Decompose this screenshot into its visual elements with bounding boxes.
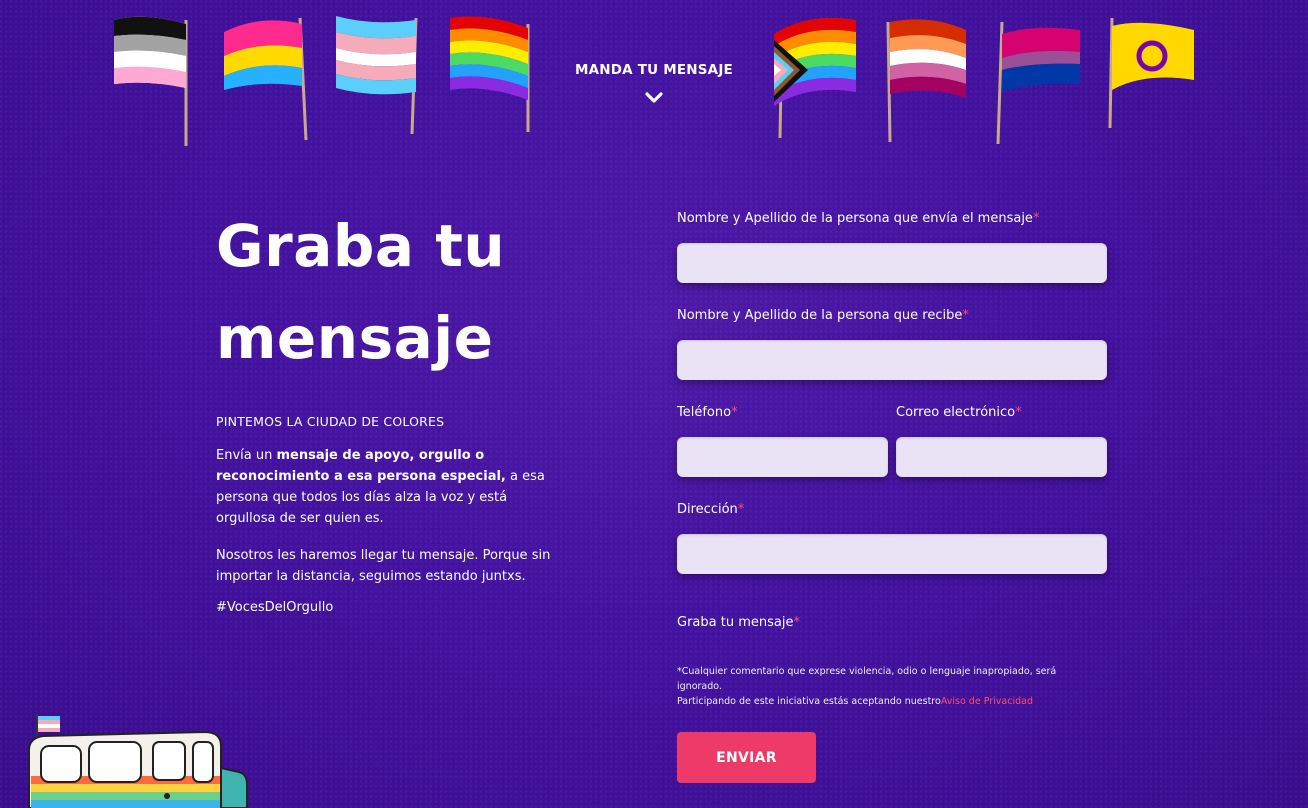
bisexual-flag-icon (996, 21, 1080, 145)
send-message-nav-link[interactable]: MANDA TU MENSAJE (554, 62, 754, 104)
email-input[interactable] (896, 437, 1107, 477)
intro-section: Graba tu mensaje PINTEMOS LA CIUDAD DE C… (216, 200, 556, 615)
header-flags-banner: MANDA TU MENSAJE (0, 0, 1308, 160)
chevron-down-icon (645, 92, 663, 103)
phone-field: Teléfono* (677, 404, 888, 477)
lesbian-flag-icon (886, 19, 966, 143)
asexual-flag-icon (114, 16, 188, 146)
intro-paragraph-2: Nosotros les haremos llegar tu mensaje. … (216, 548, 551, 584)
intro-p1-start: Envía un (216, 448, 277, 463)
hashtag: #VocesDelOrgullo (216, 600, 334, 615)
required-mark: * (1015, 405, 1022, 420)
disclaimer-line-1: *Cualquier comentario que exprese violen… (677, 666, 1057, 692)
pansexual-flag-icon (224, 17, 308, 141)
address-label: Dirección* (677, 502, 745, 517)
receiver-name-label: Nombre y Apellido de la persona que reci… (677, 308, 969, 323)
disclaimer-text: *Cualquier comentario que exprese violen… (677, 664, 1057, 709)
record-message-label: Graba tu mensaje* (677, 615, 800, 630)
page-title-line1: Graba tu (216, 212, 506, 280)
privacy-notice-link[interactable]: Aviso de Privacidad (941, 696, 1033, 707)
submit-button[interactable]: ENVIAR (677, 732, 816, 783)
phone-label: Teléfono* (677, 405, 738, 420)
required-mark: * (962, 308, 969, 323)
disclaimer-line-2: Participando de este iniciativa estás ac… (677, 696, 1033, 707)
sender-name-input[interactable] (677, 243, 1107, 283)
phone-input[interactable] (677, 437, 888, 477)
required-mark: * (737, 502, 745, 517)
progress-pride-flag-icon (774, 17, 856, 139)
required-mark: * (1032, 211, 1040, 226)
transgender-flag-icon (336, 16, 418, 135)
rainbow-flag-icon (450, 16, 530, 132)
address-input[interactable] (677, 534, 1107, 574)
page-title: Graba tu mensaje (216, 200, 556, 384)
send-message-nav-label: MANDA TU MENSAJE (575, 62, 733, 78)
email-label: Correo electrónico* (896, 405, 1022, 420)
email-field: Correo electrónico* (896, 404, 1107, 477)
required-mark: * (793, 615, 800, 630)
intersex-flag-icon (1108, 17, 1194, 129)
receiver-name-field: Nombre y Apellido de la persona que reci… (677, 307, 1107, 380)
sender-name-label: Nombre y Apellido de la persona que enví… (677, 211, 1040, 226)
receiver-name-input[interactable] (677, 340, 1107, 380)
pride-bus-illustration (28, 714, 248, 808)
page-title-line2: mensaje (216, 304, 494, 372)
sender-name-field: Nombre y Apellido de la persona que enví… (677, 210, 1107, 283)
address-field: Dirección* (677, 501, 1107, 574)
intro-paragraph-1: Envía un mensaje de apoyo, orgullo o rec… (216, 445, 556, 529)
required-mark: * (731, 405, 738, 420)
intro-kicker: PINTEMOS LA CIUDAD DE COLORES (216, 414, 445, 429)
